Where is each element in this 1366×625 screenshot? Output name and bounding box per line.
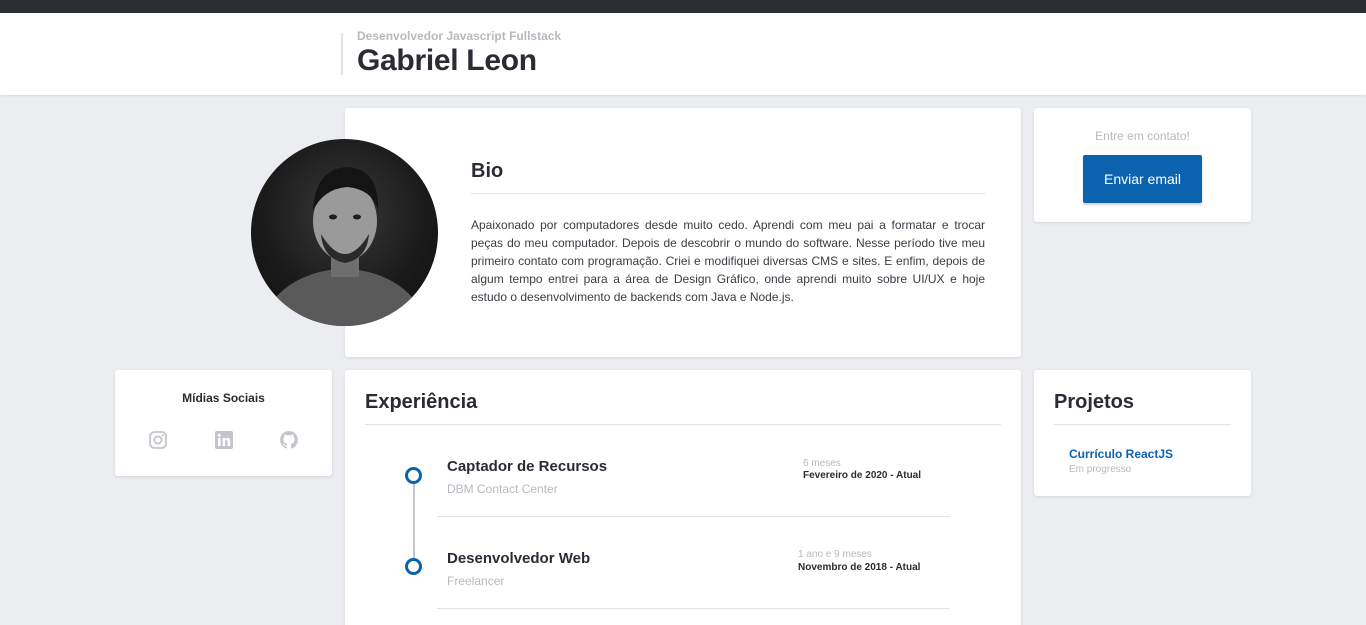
divider <box>365 424 1001 425</box>
linkedin-icon[interactable] <box>214 430 234 450</box>
experience-card: Experiência Captador de Recursos DBM Con… <box>345 370 1021 625</box>
projects-card: Projetos Currículo ReactJS Em progresso <box>1034 370 1251 496</box>
bio-title: Bio <box>471 160 504 182</box>
divider <box>437 516 950 517</box>
job-company: Freelancer <box>447 574 505 588</box>
page-title: Gabriel Leon <box>357 44 537 77</box>
project-link[interactable]: Currículo ReactJS <box>1069 447 1173 461</box>
contact-label: Entre em contato! <box>1095 129 1190 143</box>
instagram-icon[interactable] <box>148 430 168 450</box>
avatar-portrait <box>260 167 428 326</box>
job-title: Captador de Recursos <box>447 458 608 475</box>
job-title: Desenvolvedor Web <box>447 550 591 567</box>
social-card: Mídias Sociais <box>115 370 332 476</box>
timeline-line <box>413 475 415 567</box>
job-period: Fevereiro de 2020 - Atual <box>803 470 922 481</box>
avatar <box>251 139 438 326</box>
job-duration: 6 meses <box>803 458 841 469</box>
top-bar <box>0 0 1366 13</box>
divider <box>1054 424 1231 425</box>
timeline-dot <box>405 558 422 575</box>
contact-card: Entre em contato! Enviar email <box>1034 108 1251 222</box>
divider <box>471 193 985 194</box>
divider <box>437 608 950 609</box>
job-duration: 1 ano e 9 meses <box>798 549 872 560</box>
header-accent-bar <box>341 33 343 75</box>
page-header: Desenvolvedor Javascript Fullstack Gabri… <box>0 13 1366 95</box>
job-period: Novembro de 2018 - Atual <box>798 562 921 573</box>
timeline-dot <box>405 467 422 484</box>
social-title: Mídias Sociais <box>182 391 265 405</box>
projects-title: Projetos <box>1054 391 1135 413</box>
page-subtitle: Desenvolvedor Javascript Fullstack <box>357 29 562 43</box>
github-icon[interactable] <box>279 430 299 450</box>
bio-card: Bio Apaixonado por computadores desde mu… <box>345 108 1021 357</box>
send-email-button[interactable]: Enviar email <box>1083 155 1202 203</box>
job-company: DBM Contact Center <box>447 482 558 496</box>
experience-title: Experiência <box>365 391 478 413</box>
project-status: Em progresso <box>1069 464 1132 475</box>
bio-text: Apaixonado por computadores desde muito … <box>471 218 985 304</box>
